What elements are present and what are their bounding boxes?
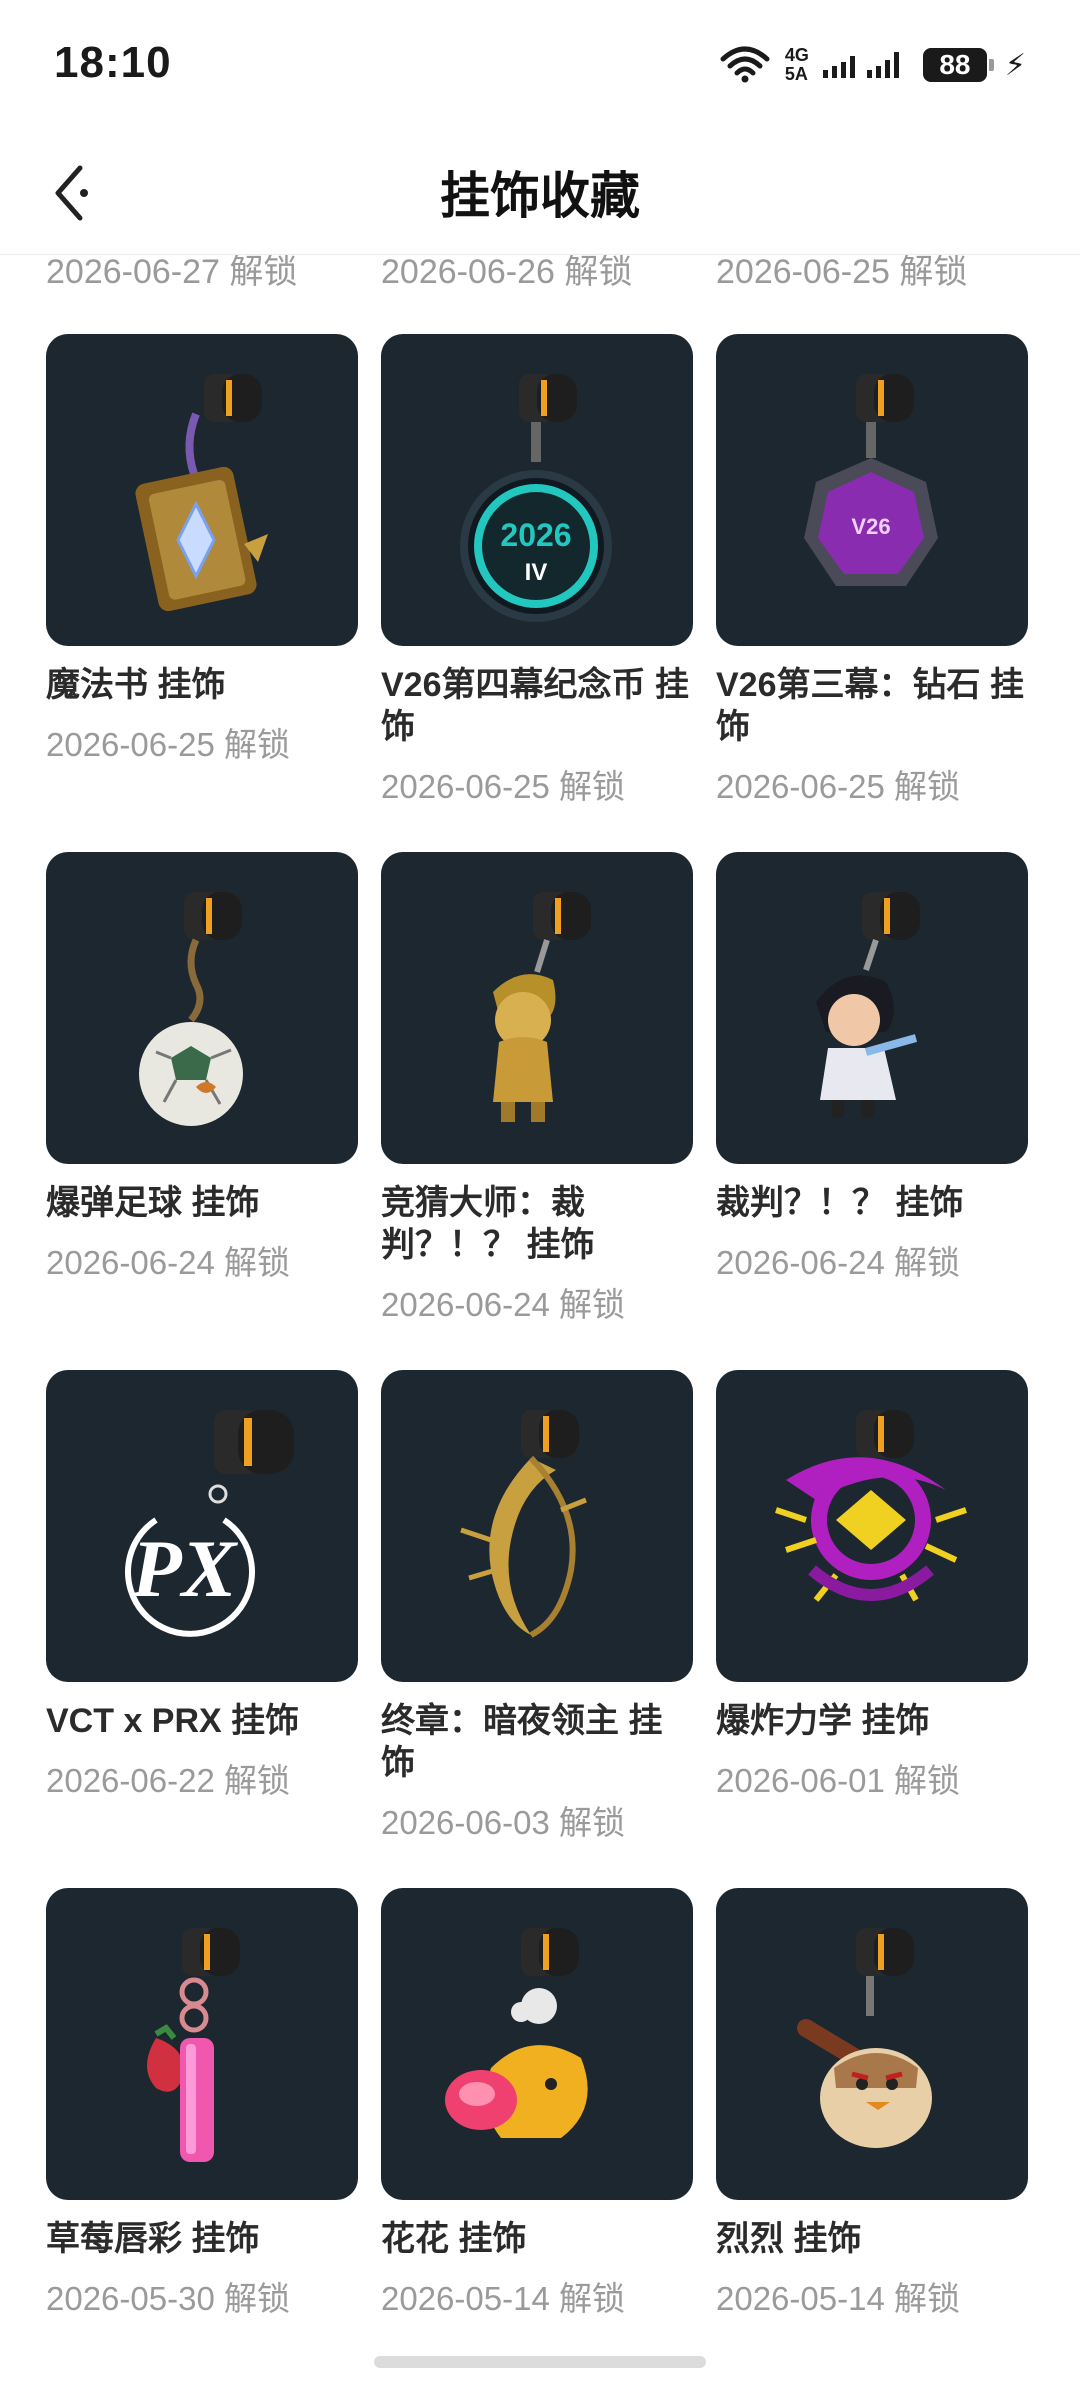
prev-date-3: 2026-06-25 解锁 (716, 254, 968, 291)
charm-unlock-date: 2026-06-24 解锁 (381, 1286, 625, 1323)
magic-book-charm-icon (46, 334, 358, 646)
coin-charm-icon: 2026 IV (381, 334, 693, 646)
explosion-charm-icon (716, 1370, 1028, 1682)
logo-text: PX (131, 1523, 239, 1614)
charm-name: 终章：暗夜领主 挂饰 (381, 1702, 663, 1782)
clip-icon (184, 892, 242, 940)
charm-unlock-date: 2026-06-25 解锁 (381, 768, 625, 805)
page-title: 挂饰收藏 (440, 168, 640, 224)
clip-icon (214, 1410, 294, 1474)
gold-figure-charm-icon (381, 852, 693, 1164)
charm-name: 花花 挂饰 (381, 2220, 527, 2258)
signal-icon (822, 46, 909, 85)
charm-card[interactable]: 花花 挂饰 2026-05-14 解锁 (381, 1888, 693, 2390)
charm-unlock-date: 2026-06-01 解锁 (716, 1762, 960, 1799)
charm-unlock-date: 2026-05-14 解锁 (381, 2280, 625, 2317)
previous-row-dates: 2026-06-27 解锁 2026-06-26 解锁 2026-06-25 解… (0, 254, 1080, 294)
charm-card[interactable]: 竞猜大师：裁判？！？ 挂饰 2026-06-24 解锁 (381, 852, 693, 1370)
status-time: 18:10 (54, 38, 172, 87)
charm-unlock-date: 2026-05-14 解锁 (716, 2280, 960, 2317)
figure-charm-icon (716, 852, 1028, 1164)
badge-text: V26 (851, 514, 890, 539)
network-4g: 4G (784, 45, 809, 65)
charm-card[interactable]: 2026 IV V26第四幕纪念币 挂饰 2026-06-25 解锁 (381, 334, 693, 852)
charm-unlock-date: 2026-06-25 解锁 (46, 726, 290, 763)
clip-icon (856, 374, 914, 422)
charging-bolt-icon: ⚡ (1004, 48, 1026, 82)
charm-name: 爆炸力学 挂饰 (716, 1702, 930, 1740)
charm-name: 草莓唇彩 挂饰 (46, 2220, 260, 2258)
charm-card[interactable]: V26 V26第三幕：钻石 挂饰 2026-06-25 解锁 (716, 334, 1028, 852)
battery-icon: 88 (922, 48, 994, 82)
clip-icon (521, 1410, 579, 1458)
clip-icon (862, 892, 920, 940)
charm-name: 竞猜大师：裁判？！？ 挂饰 (381, 1184, 595, 1264)
charm-name: VCT x PRX 挂饰 (46, 1702, 300, 1740)
status-bar: 18:10 4G 5A 88 ⚡ (0, 0, 1080, 130)
charm-unlock-date: 2026-05-30 解锁 (46, 2280, 290, 2317)
charm-name: V26第四幕纪念币 挂饰 (381, 666, 689, 746)
clip-icon (533, 892, 591, 940)
charm-card[interactable]: PX VCT x PRX 挂饰 2026-06-22 解锁 (46, 1370, 358, 1888)
prev-date-2: 2026-06-26 解锁 (381, 254, 633, 291)
flower-creature-charm-icon (381, 1888, 693, 2200)
status-icons: 4G 5A 88 ⚡ (719, 40, 1026, 90)
battery-level: 88 (939, 49, 971, 80)
clip-icon (856, 1410, 914, 1458)
clip-icon (182, 1928, 240, 1976)
prev-date-1: 2026-06-27 解锁 (46, 254, 298, 291)
network-label: 4G 5A (785, 46, 809, 84)
lipgloss-charm-icon (46, 1888, 358, 2200)
charm-card[interactable]: 终章：暗夜领主 挂饰 2026-06-03 解锁 (381, 1370, 693, 1888)
charm-name: V26第三幕：钻石 挂饰 (716, 666, 1024, 746)
network-5a: 5A (784, 64, 808, 84)
charm-card[interactable]: 魔法书 挂饰 2026-06-25 解锁 (46, 334, 358, 852)
charm-card[interactable]: 草莓唇彩 挂饰 2026-05-30 解锁 (46, 1888, 358, 2390)
clip-icon (521, 1928, 579, 1976)
charm-name: 爆弹足球 挂饰 (46, 1184, 260, 1222)
clip-icon (204, 374, 262, 422)
charm-unlock-date: 2026-06-03 解锁 (381, 1804, 625, 1841)
charm-collection-scroll[interactable]: 2026-06-27 解锁 2026-06-26 解锁 2026-06-25 解… (0, 254, 1080, 2390)
football-charm-icon (46, 852, 358, 1164)
crescent-charm-icon (381, 1370, 693, 1682)
coin-text: 2026 (500, 517, 571, 553)
charm-name: 烈烈 挂饰 (716, 2220, 862, 2258)
charm-card[interactable]: 爆弹足球 挂饰 2026-06-24 解锁 (46, 852, 358, 1370)
charm-unlock-date: 2026-06-24 解锁 (46, 1244, 290, 1281)
charm-unlock-date: 2026-06-24 解锁 (716, 1244, 960, 1281)
wifi-icon (719, 43, 771, 88)
prx-logo-charm-icon: PX (46, 1370, 358, 1682)
charm-grid: 魔法书 挂饰 2026-06-25 解锁 2026 IV V26第四幕纪念币 挂… (46, 334, 1036, 2390)
charm-name: 裁判？！？ 挂饰 (716, 1184, 964, 1222)
charm-unlock-date: 2026-06-22 解锁 (46, 1762, 290, 1799)
charm-name: 魔法书 挂饰 (46, 666, 226, 704)
bird-creature-charm-icon (716, 1888, 1028, 2200)
charm-unlock-date: 2026-06-25 解锁 (716, 768, 960, 805)
coin-sub-text: IV (525, 559, 548, 586)
clip-icon (856, 1928, 914, 1976)
diamond-charm-icon: V26 (716, 334, 1028, 646)
charm-card[interactable]: 烈烈 挂饰 2026-05-14 解锁 (716, 1888, 1028, 2390)
charm-card[interactable]: 裁判？！？ 挂饰 2026-06-24 解锁 (716, 852, 1028, 1370)
charm-card[interactable]: 爆炸力学 挂饰 2026-06-01 解锁 (716, 1370, 1028, 1888)
clip-icon (519, 374, 577, 422)
home-indicator[interactable] (374, 2356, 706, 2368)
app-header: 挂饰收藏 (0, 130, 1080, 255)
